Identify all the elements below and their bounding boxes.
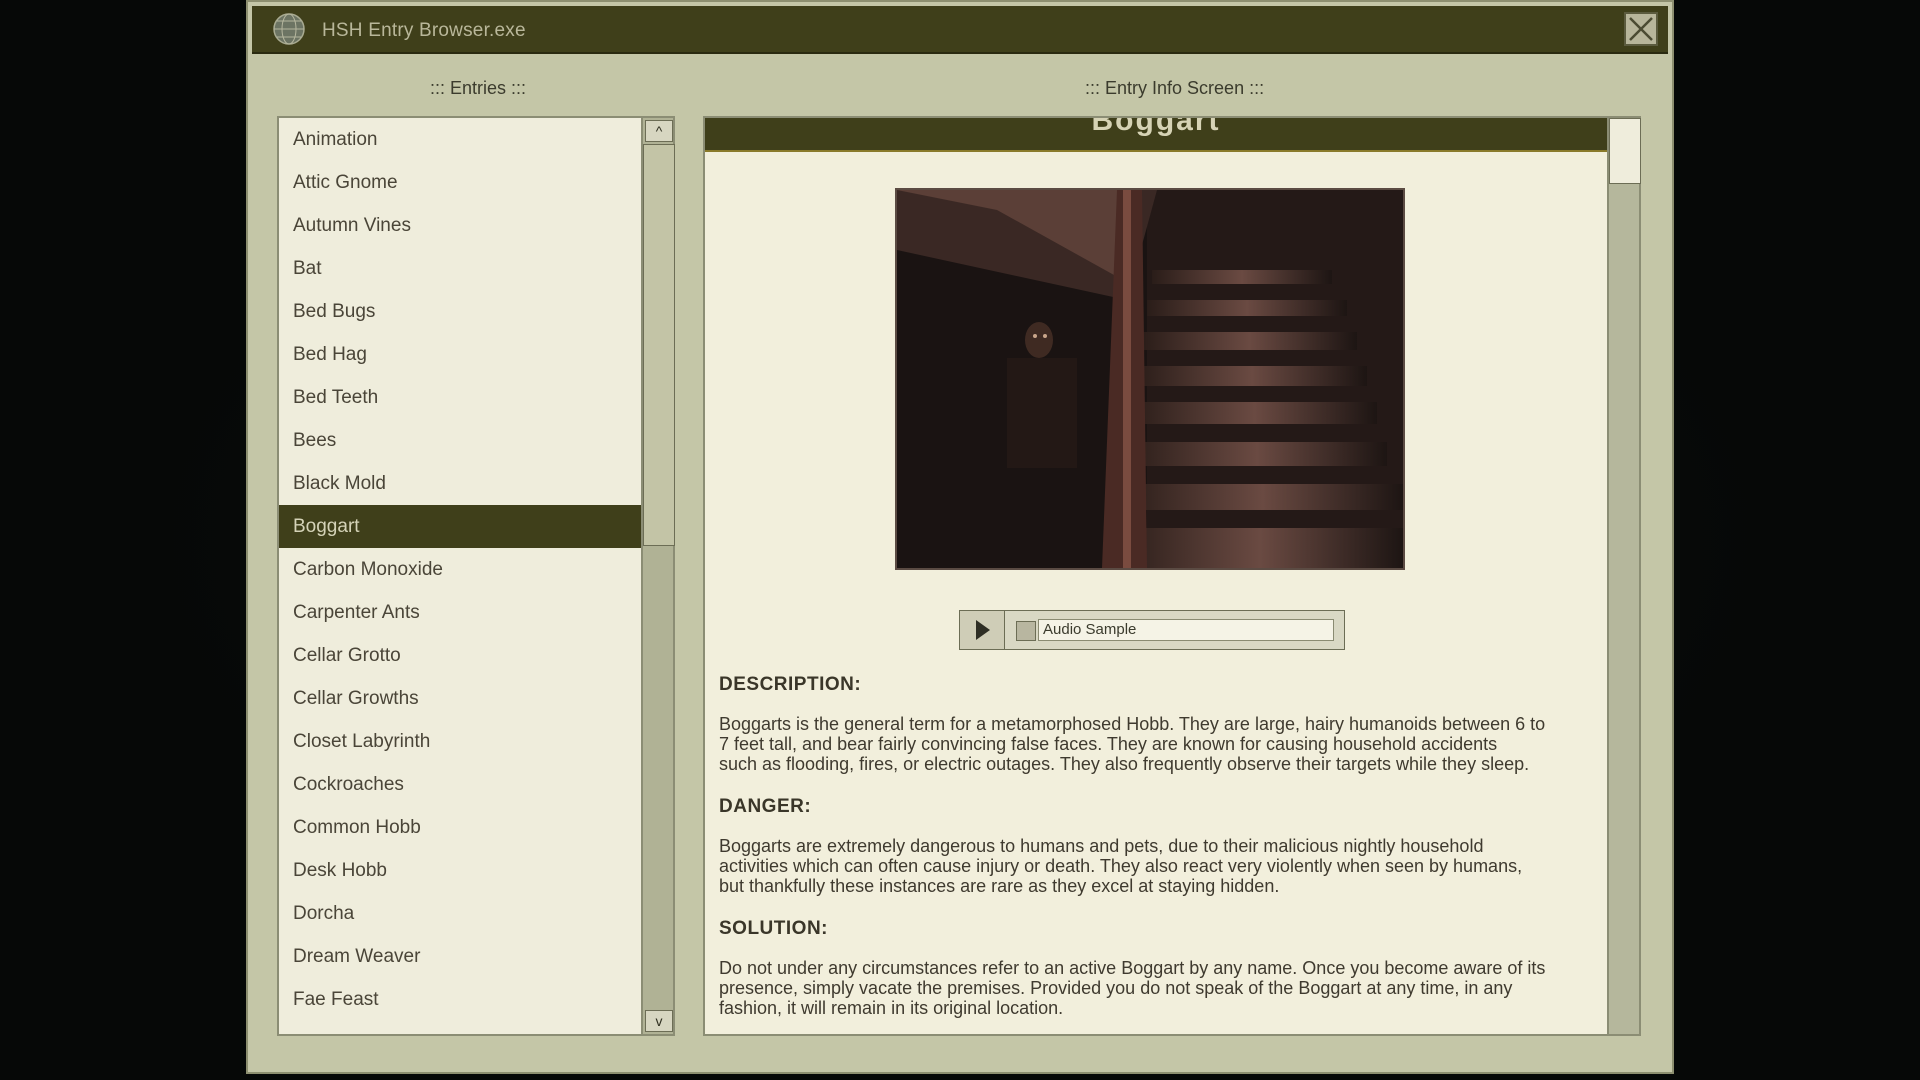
entries-label: ::: Entries :::: [430, 78, 527, 98]
list-item[interactable]: Animation: [279, 118, 641, 161]
audio-checkbox[interactable]: [1016, 621, 1036, 641]
list-item[interactable]: Fae Feast: [279, 978, 641, 1021]
audio-sample-label: Audio Sample: [1038, 619, 1334, 641]
danger-line: but thankfully these instances are rare …: [719, 876, 1280, 896]
solution-text: Do not under any circumstances refer to …: [719, 958, 1589, 1018]
list-item[interactable]: Carbon Monoxide: [279, 548, 641, 591]
entry-info-label: ::: Entry Info Screen :::: [1085, 78, 1265, 98]
description-heading: DESCRIPTION:: [719, 674, 862, 695]
danger-line: activities which can often cause injury …: [719, 856, 1523, 876]
title-bar[interactable]: HSH Entry Browser.exe: [252, 6, 1668, 54]
list-item[interactable]: Dream Weaver: [279, 935, 641, 978]
list-item[interactable]: Bees: [279, 419, 641, 462]
list-item[interactable]: Attic Gnome: [279, 161, 641, 204]
list-item[interactable]: Autumn Vines: [279, 204, 641, 247]
list-item[interactable]: Common Hobb: [279, 806, 641, 849]
info-scrollbar[interactable]: [1607, 116, 1641, 1036]
entry-header: Boggart: [705, 118, 1607, 152]
list-item[interactable]: Cellar Growths: [279, 677, 641, 720]
play-icon: [976, 620, 990, 640]
info-scroll-thumb[interactable]: [1609, 118, 1641, 184]
entries-scroll-thumb[interactable]: [643, 144, 675, 546]
list-item[interactable]: Desk Hobb: [279, 849, 641, 892]
scroll-up-button[interactable]: ^: [645, 120, 673, 142]
list-item[interactable]: Bat: [279, 247, 641, 290]
scroll-down-button[interactable]: v: [645, 1010, 673, 1032]
entry-title: Boggart: [1091, 118, 1221, 137]
danger-heading: DANGER:: [719, 796, 812, 817]
list-item[interactable]: Carpenter Ants: [279, 591, 641, 634]
entries-scrollbar[interactable]: ^ v: [641, 116, 675, 1036]
globe-icon: [273, 13, 305, 45]
entry-photo: [895, 188, 1405, 570]
close-button[interactable]: [1624, 12, 1658, 46]
solution-line: Do not under any circumstances refer to …: [719, 958, 1546, 978]
window-title: HSH Entry Browser.exe: [322, 20, 526, 41]
list-item[interactable]: Closet Labyrinth: [279, 720, 641, 763]
danger-line: Boggarts are extremely dangerous to huma…: [719, 836, 1484, 856]
list-item[interactable]: Bed Hag: [279, 333, 641, 376]
solution-line: fashion, it will remain in its original …: [719, 998, 1064, 1018]
description-line: such as flooding, fires, or electric out…: [719, 754, 1530, 774]
list-item[interactable]: Dorcha: [279, 892, 641, 935]
danger-text: Boggarts are extremely dangerous to huma…: [719, 836, 1589, 896]
audio-player: Audio Sample: [959, 610, 1345, 650]
entry-info-panel: Boggart Audio Sample DESCRIPTION: Boggar…: [703, 116, 1609, 1036]
entries-list: Animation Attic Gnome Autumn Vines Bat B…: [277, 116, 643, 1036]
list-item[interactable]: Bed Bugs: [279, 290, 641, 333]
play-button[interactable]: [960, 611, 1005, 649]
solution-line: presence, simply vacate the premises. Pr…: [719, 978, 1513, 998]
close-icon: [1629, 17, 1653, 41]
list-item[interactable]: Black Mold: [279, 462, 641, 505]
solution-heading: SOLUTION:: [719, 918, 828, 939]
list-item[interactable]: Cellar Grotto: [279, 634, 641, 677]
list-item[interactable]: Cockroaches: [279, 763, 641, 806]
list-item[interactable]: Bed Teeth: [279, 376, 641, 419]
description-line: Boggarts is the general term for a metam…: [719, 714, 1546, 734]
staircase-photo-icon: [897, 190, 1403, 568]
description-line: 7 feet tall, and bear fairly convincing …: [719, 734, 1498, 754]
list-item-selected[interactable]: Boggart: [279, 505, 641, 548]
description-text: Boggarts is the general term for a metam…: [719, 714, 1589, 774]
